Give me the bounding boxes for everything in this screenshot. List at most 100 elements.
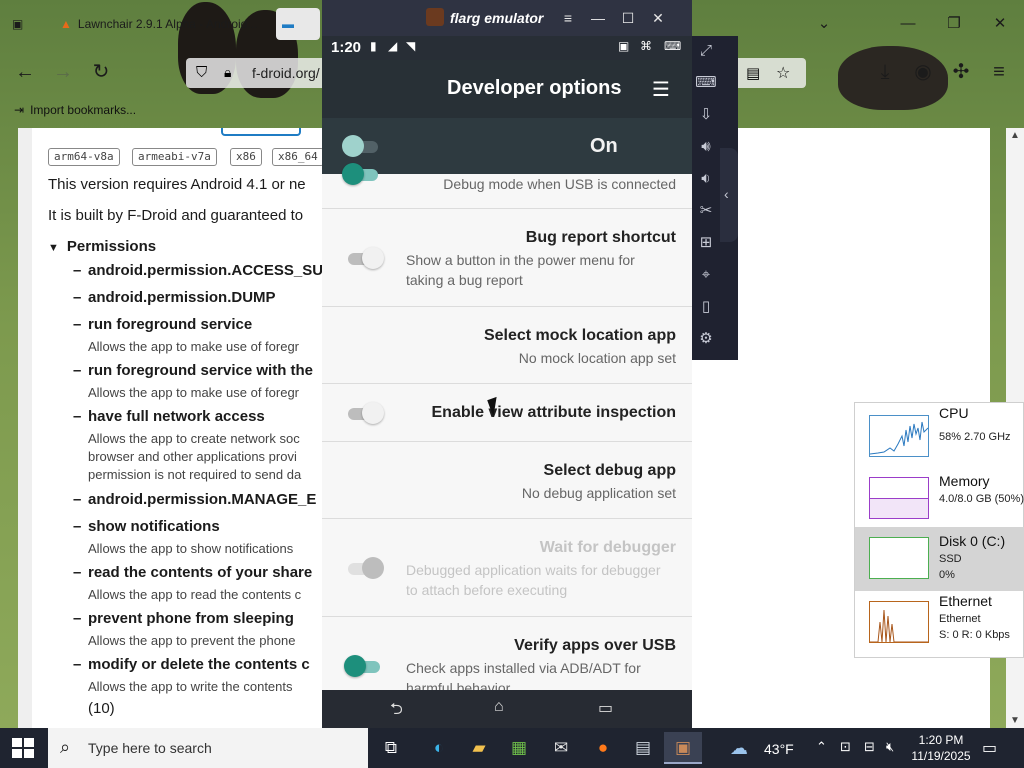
app-menu-icon[interactable]: ≡ (984, 58, 1014, 86)
back-nav-icon[interactable]: ⮌ (390, 698, 403, 725)
home-nav-icon[interactable]: ⌂ (494, 698, 504, 716)
multi-instance-icon[interactable]: ⊞ (695, 232, 717, 254)
shield-icon[interactable]: ⛉ (196, 64, 207, 81)
notification-app-icon: ⌘ (640, 39, 652, 53)
permissions-header: Permissions (66, 238, 157, 255)
import-bookmarks-label: Import bookmarks... (30, 103, 137, 117)
pref-wait-for-debugger[interactable]: Wait for debugger Debugged application w… (322, 519, 692, 617)
pref-usb-debugging[interactable]: Debug mode when USB is connected (322, 163, 692, 209)
pref-summary: No debug application set (521, 485, 676, 501)
install-apk-icon[interactable]: ⇩ (695, 104, 717, 126)
pref-title: Bug report shortcut (525, 229, 676, 246)
android-requirement: This version requires Android 4.1 or ne (48, 176, 306, 193)
tab-second[interactable]: ▬ (276, 8, 320, 40)
permission-desc: browser and other applications provi (88, 449, 297, 464)
restore-icon[interactable]: ❐ (940, 10, 968, 38)
forward-icon[interactable]: → (48, 58, 78, 86)
task-manager-icon[interactable]: ▤ (624, 732, 662, 764)
download-button-edge[interactable] (221, 128, 301, 136)
scroll-up-icon[interactable]: ▲ (1010, 130, 1020, 141)
back-icon[interactable]: ← (10, 58, 40, 86)
store-icon[interactable]: ▦ (500, 732, 538, 764)
firefox-icon[interactable]: ● (584, 732, 622, 764)
wait-debugger-toggle[interactable] (348, 557, 384, 579)
perf-ethernet[interactable]: Ethernet Ethernet S: 0 R: 0 Kbps (855, 591, 1024, 655)
chevron-left-icon: ‹ (724, 186, 729, 202)
tab-favicon-icon: ▬ (282, 17, 294, 31)
pref-mock-location-app[interactable]: Select mock location app No mock locatio… (322, 307, 692, 384)
keyboard-icon[interactable]: ⌨ (695, 72, 717, 94)
permission-title: prevent phone from sleeping (88, 610, 294, 627)
volume-down-icon[interactable]: 🔉︎ (695, 168, 717, 190)
tray-app-icon[interactable]: ⊡ (840, 739, 851, 755)
perf-memory[interactable]: Memory 4.0/8.0 GB (50%) (855, 467, 1024, 531)
android-screen: 1:20 ▮ ◢ ◥ ▣ ⌘ ⌨ Developer options ☰ On … (322, 36, 692, 728)
start-windows-icon[interactable] (12, 738, 34, 758)
pref-summary: Debugged application waits for debugger … (406, 562, 661, 598)
scroll-down-icon[interactable]: ▼ (1010, 715, 1020, 726)
pref-bug-report-shortcut[interactable]: Bug report shortcut Show a button in the… (322, 209, 692, 307)
emulator-maximize-icon[interactable]: ☐ (616, 6, 640, 30)
bug-report-toggle[interactable] (348, 247, 384, 269)
location-icon[interactable]: ⌖ (695, 264, 717, 286)
permission-title: android.permission.MANAGE_E (88, 491, 317, 508)
network-icon[interactable]: ⊟ (864, 739, 875, 755)
recents-nav-icon[interactable]: ▭ (598, 698, 613, 718)
fullscreen-icon[interactable]: ⤢ (695, 40, 717, 62)
tab-actions-icon[interactable]: ▣ (12, 8, 23, 40)
verify-usb-toggle[interactable] (344, 655, 380, 677)
volume-up-icon[interactable]: 🔊︎ (695, 136, 717, 158)
usb-debugging-toggle[interactable] (342, 163, 378, 185)
volume-muted-icon[interactable]: 🔇︎ (886, 739, 894, 755)
bookmark-star-icon[interactable]: ☆ (776, 63, 790, 83)
task-view-icon[interactable]: ⧉ (372, 732, 410, 764)
tab-lawnchair[interactable]: ▲ Lawnchair 2.9.1 Alpha - Android... (60, 8, 257, 40)
arch-chip: x86_64 (272, 148, 324, 166)
status-time: 1:20 (331, 39, 362, 56)
pref-view-attribute-inspection[interactable]: Enable view attribute inspection (322, 384, 692, 442)
permissions-toggle[interactable]: ▼ Permissions (48, 238, 156, 255)
permission-desc: Allows the app to prevent the phone (88, 633, 296, 648)
chevron-down-icon[interactable]: ⌄ (810, 10, 838, 38)
perf-cpu[interactable]: CPU 58% 2.70 GHz (855, 405, 1024, 469)
perf-detail: S: 0 R: 0 Kbps (939, 629, 1010, 641)
shake-icon[interactable]: ▯ (695, 296, 717, 318)
screenshot-scissors-icon[interactable]: ✂ (695, 200, 717, 222)
taskbar-search[interactable]: ⌕ Type here to search (48, 728, 368, 768)
downloads-icon[interactable]: ⤓ (870, 58, 900, 86)
reload-icon[interactable]: ↻ (86, 58, 116, 86)
url-text[interactable]: f-droid.org/ (252, 65, 320, 81)
weather-temp: 43°F (764, 741, 794, 757)
pref-select-debug-app[interactable]: Select debug app No debug application se… (322, 442, 692, 519)
android-nav-bar: ⮌ ⌂ ▭ (322, 690, 692, 728)
perf-disk[interactable]: Disk 0 (C:) SSD 0% (855, 527, 1024, 591)
settings-gear-icon[interactable]: ⚙ (695, 328, 717, 350)
arch-chip: armeabi-v7a (132, 148, 217, 166)
account-icon[interactable]: ◉ (908, 58, 938, 86)
emulator-titlebar[interactable]: flarg emulator ≡ — ☐ ✕ (322, 0, 692, 36)
close-icon[interactable]: ✕ (986, 10, 1014, 38)
notification-keyboard-icon: ⌨ (664, 39, 682, 53)
tray-chevron-up-icon[interactable]: ⌃ (816, 739, 827, 755)
emulator-menu-icon[interactable]: ≡ (556, 6, 580, 30)
taskbar-clock[interactable]: 1:20 PM 11/19/2025 (906, 732, 976, 764)
emulator-minimize-icon[interactable]: — (586, 6, 610, 30)
toolbar-collapse-handle[interactable]: ‹ (720, 148, 738, 242)
mail-icon[interactable]: ✉ (542, 732, 580, 764)
extensions-icon[interactable]: ✣ (946, 58, 976, 86)
notification-center-icon[interactable]: ▭ (982, 738, 997, 758)
reader-view-icon[interactable]: ▤ (746, 64, 760, 82)
lock-icon[interactable]: 🔒︎ (224, 64, 231, 81)
perf-name: Ethernet (939, 593, 992, 609)
weather-widget[interactable]: ☁ 43°F (730, 728, 800, 768)
bullet-dash: – (73, 491, 82, 508)
flarg-emulator-icon[interactable]: ▣ (664, 732, 702, 764)
import-bookmarks-link[interactable]: ⇥ Import bookmarks... (14, 103, 136, 117)
view-inspection-toggle[interactable] (348, 402, 384, 424)
hamburger-menu-icon[interactable]: ☰ (652, 77, 670, 102)
emulator-close-icon[interactable]: ✕ (646, 6, 670, 30)
edge-icon[interactable]: ◐ (420, 732, 458, 764)
file-explorer-icon[interactable]: ▰ (460, 732, 498, 764)
minimize-icon[interactable]: — (894, 10, 922, 38)
master-toggle[interactable] (342, 135, 378, 157)
